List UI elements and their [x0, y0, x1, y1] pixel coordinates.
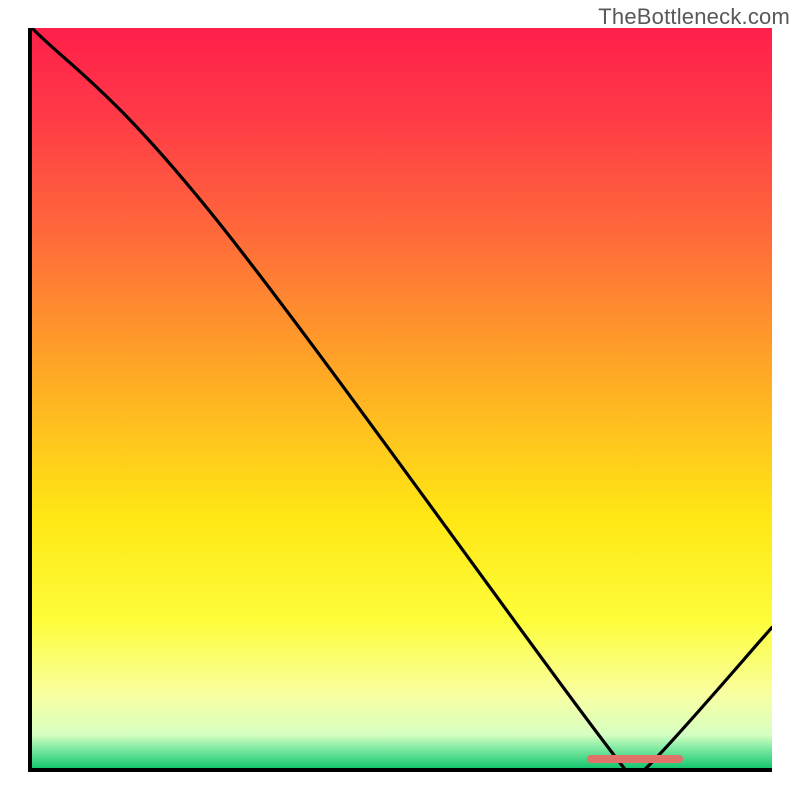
bottleneck-curve — [32, 28, 772, 768]
plot-area — [32, 28, 772, 768]
plot-axes — [28, 28, 772, 772]
watermark-text: TheBottleneck.com — [598, 4, 790, 30]
highlight-pill — [587, 755, 683, 763]
chart-container: TheBottleneck.com — [0, 0, 800, 800]
